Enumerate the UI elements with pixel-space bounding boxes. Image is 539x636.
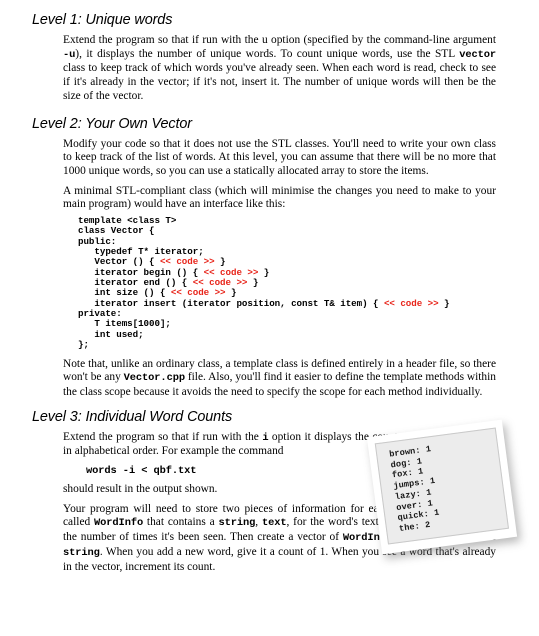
level-3-heading: Level 3: Individual Word Counts [32,408,233,425]
level-2-paragraph-3: Note that, unlike an ordinary class, a t… [63,357,496,398]
code-text: } [258,266,270,278]
code-text: template <class T> [78,215,177,227]
level-2-heading: Level 2: Your Own Vector [32,115,192,132]
code-placeholder: << code >> [203,266,259,278]
inline-code: text [261,517,287,530]
code-text: Vector () { [78,256,160,268]
inline-code: -u [63,48,76,61]
level-2-body: Modify your code so that it does not use… [63,138,496,213]
code-text: iterator end () { [78,277,193,289]
code-placeholder: << code >> [383,297,439,309]
code-text: iterator insert (iterator position, cons… [78,297,384,309]
code-text: } [247,277,259,289]
word-count-output-panel: brown: 1 dog: 1 fox: 1 jumps: 1 lazy: 1 over:… [374,427,510,545]
level-2-paragraph-2: A minimal STL-compliant class (which wil… [63,184,496,211]
inline-code: i [262,431,269,444]
code-text: typedef T* iterator; [78,246,204,258]
code-text: } [214,256,226,268]
code-text: iterator begin () { [78,266,204,278]
word-count-list: brown: 1 dog: 1 fox: 1 jumps: 1 lazy: 1 over:… [389,436,503,534]
code-text: private: [78,308,122,320]
code-placeholder: << code >> [170,287,226,299]
inline-code: vector [459,48,496,61]
section-level-1: Level 1: Unique words Extend the program… [32,12,517,104]
level-2-note: Note that, unlike an ordinary class, a t… [63,358,496,400]
code-text: public: [78,235,117,247]
section-level-2: Level 2: Your Own Vector Modify your cod… [32,116,517,400]
code-text: int size () { [78,287,171,299]
code-placeholder: << code >> [192,277,248,289]
vector-class-code-block: template <class T> class Vector { public… [32,215,517,351]
inline-code: string [218,517,256,530]
level-2-paragraph-1: Modify your code so that it does not use… [63,137,496,177]
inline-code: WordInfo [94,517,144,530]
inline-bold: u [261,34,268,46]
inline-code: string [63,546,100,559]
code-text: }; [78,339,89,351]
code-text: } [225,287,237,299]
level-1-body: Extend the program so that if run with t… [63,34,496,104]
code-placeholder: << code >> [159,256,215,268]
level-1-heading: Level 1: Unique words [32,12,173,28]
document-page: Level 1: Unique words Extend the program… [0,0,539,636]
code-text: int used; [78,328,144,340]
code-text: class Vector { [78,225,155,237]
code-text: T items[1000]; [78,318,171,330]
level-1-paragraph-1: Extend the program so that if run with t… [63,34,496,102]
word-count-output-card: brown: 1 dog: 1 fox: 1 jumps: 1 lazy: 1 over:… [366,419,518,555]
code-text: } [438,297,450,309]
inline-code: Vector.cpp [123,372,185,385]
